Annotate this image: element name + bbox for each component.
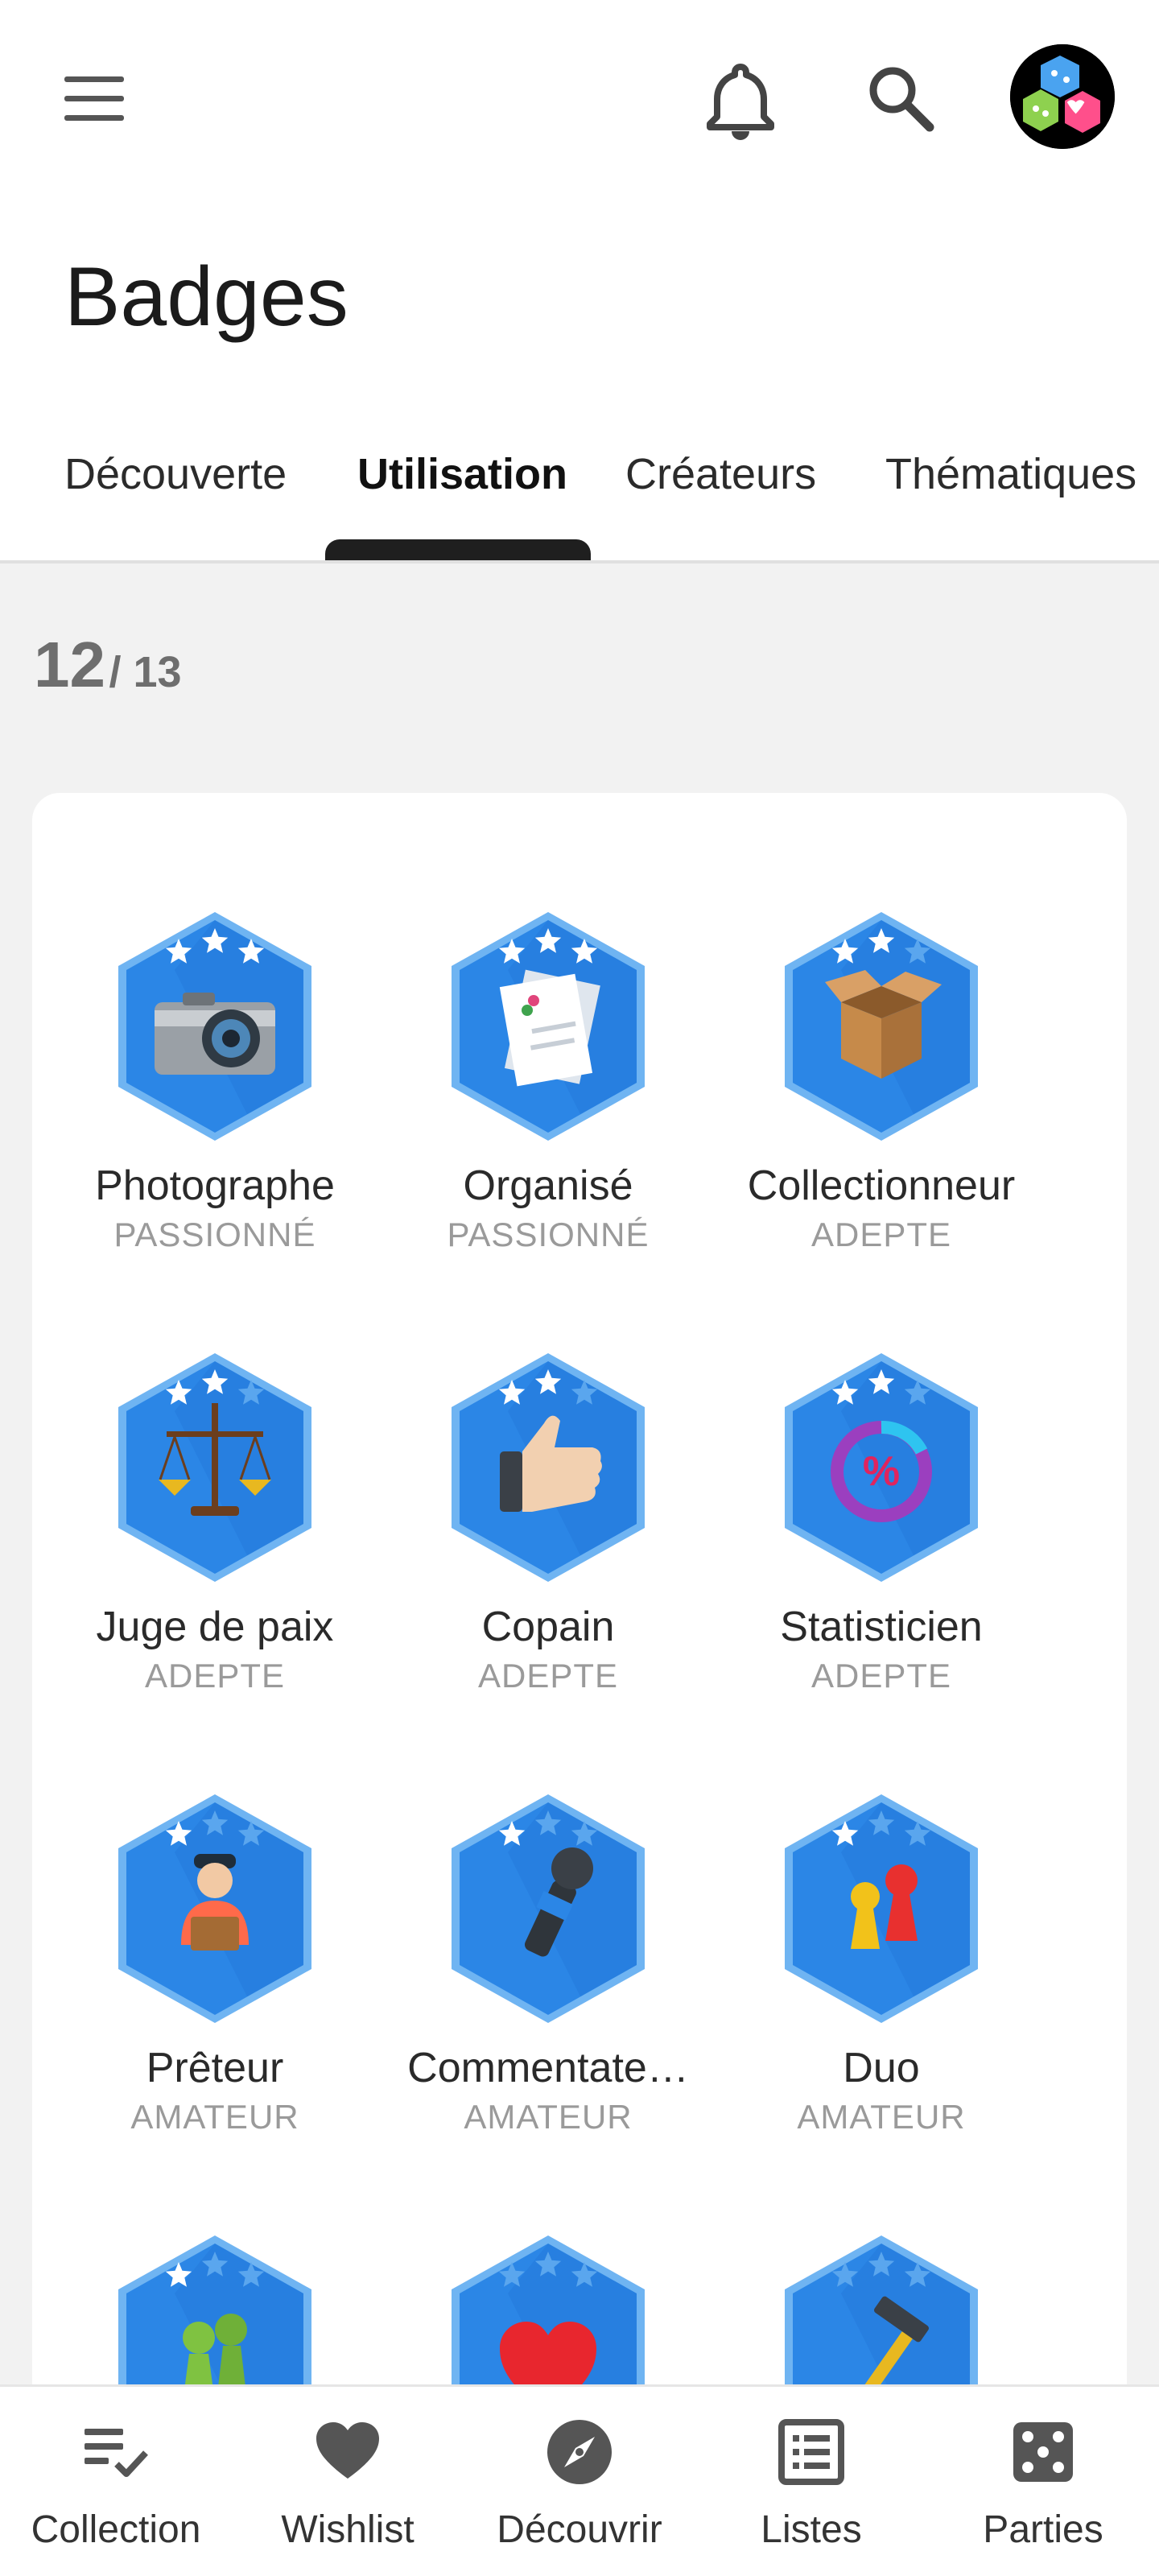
badge-item[interactable]: [715, 2229, 1048, 2387]
badge-level: AMATEUR: [130, 2098, 299, 2136]
nav-parties[interactable]: Parties: [927, 2387, 1159, 2576]
badge-item[interactable]: Organisé PASSIONNÉ: [382, 906, 715, 1308]
badge-grid: Photographe PASSIONNÉ Organisé PASSIONNÉ Col…: [32, 793, 1127, 2387]
badge-name: Juge de paix: [96, 1604, 334, 1650]
badge-hexagon: [443, 906, 653, 1147]
nav-label: Wishlist: [281, 2508, 415, 2551]
nav-label: Découvrir: [497, 2508, 662, 2551]
bell-icon[interactable]: [704, 60, 777, 141]
badge-name: Statisticien: [780, 1604, 983, 1650]
badge-hexagon: [443, 1788, 653, 2029]
dice-icon: [1008, 2417, 1078, 2487]
badge-name: Organisé: [463, 1162, 633, 1209]
badge-item[interactable]: Juge de paix ADEPTE: [48, 1347, 382, 1749]
documents-icon: [499, 969, 600, 1087]
hamburger-menu-icon[interactable]: [64, 76, 129, 125]
app-header: Badges Découverte Utilisation Créateurs …: [0, 0, 1159, 564]
nav-decouvrir[interactable]: Découvrir: [464, 2387, 695, 2576]
total-count: / 13: [109, 648, 182, 696]
badge-hexagon: [777, 1788, 986, 2029]
badge-hexagon: [110, 1788, 320, 2029]
nav-label: Listes: [761, 2508, 862, 2551]
badge-name: Photographe: [95, 1162, 335, 1209]
badge-hexagon: [777, 2229, 986, 2387]
badge-hexagon: %: [777, 1347, 986, 1588]
badge-hexagon: [110, 906, 320, 1147]
bottom-navigation: Collection Wishlist Découvrir Listes Par…: [0, 2384, 1159, 2576]
badge-item[interactable]: % Statisticien ADEPTE: [715, 1347, 1048, 1749]
badge-item[interactable]: Duo AMATEUR: [715, 1788, 1048, 2190]
search-icon[interactable]: [865, 63, 938, 135]
badge-item[interactable]: Photographe PASSIONNÉ: [48, 906, 382, 1308]
badges-card: Photographe PASSIONNÉ Organisé PASSIONNÉ Col…: [32, 793, 1127, 2576]
badge-item[interactable]: Copain ADEPTE: [382, 1347, 715, 1749]
badge-name: Duo: [843, 2045, 920, 2091]
dice-avatar-icon[interactable]: [1010, 44, 1115, 149]
badge-name: Copain: [481, 1604, 615, 1650]
heart-icon: [313, 2417, 382, 2487]
badge-name: Prêteur: [146, 2045, 284, 2091]
badge-item[interactable]: [382, 2229, 715, 2387]
badge-item[interactable]: Commentate… AMATEUR: [382, 1788, 715, 2190]
badge-level: ADEPTE: [810, 1216, 952, 1253]
badge-hexagon: [110, 1347, 320, 1588]
collection-list-icon: [81, 2417, 151, 2487]
badge-item[interactable]: Prêteur AMATEUR: [48, 1788, 382, 2190]
badge-hexagon: [110, 2229, 320, 2387]
divider: [0, 560, 1159, 564]
badge-level: AMATEUR: [797, 2098, 966, 2136]
badge-hexagon: [443, 1347, 653, 1588]
tab-bar: Découverte Utilisation Créateurs Thémati…: [0, 435, 1159, 564]
list-icon: [777, 2417, 846, 2487]
badge-hexagon: [777, 906, 986, 1147]
badge-item[interactable]: Collectionneur ADEPTE: [715, 906, 1048, 1308]
badge-item[interactable]: [48, 2229, 382, 2387]
nav-label: Parties: [983, 2508, 1103, 2551]
tab-createurs[interactable]: Créateurs: [625, 449, 816, 499]
badge-hexagon: [443, 2229, 653, 2387]
earned-count: 12: [34, 629, 105, 700]
camera-icon: [155, 993, 275, 1075]
badge-name: Collectionneur: [747, 1162, 1016, 1209]
nav-listes[interactable]: Listes: [695, 2387, 927, 2576]
tab-thematiques[interactable]: Thématiques: [885, 449, 1136, 499]
badge-level: ADEPTE: [810, 1657, 952, 1695]
badge-level: ADEPTE: [144, 1657, 286, 1695]
compass-icon: [545, 2417, 614, 2487]
page-title: Badges: [64, 250, 349, 344]
badge-level: PASSIONNÉ: [447, 1216, 650, 1253]
svg-text:%: %: [863, 1448, 900, 1495]
badge-level: ADEPTE: [477, 1657, 619, 1695]
badge-name: Commentate…: [407, 2045, 689, 2091]
nav-wishlist[interactable]: Wishlist: [232, 2387, 464, 2576]
tab-decouverte[interactable]: Découverte: [64, 449, 287, 499]
badge-counter: 12 / 13: [34, 628, 182, 702]
nav-label: Collection: [31, 2508, 201, 2551]
badge-level: AMATEUR: [464, 2098, 633, 2136]
badge-level: PASSIONNÉ: [113, 1216, 316, 1253]
tab-utilisation[interactable]: Utilisation: [357, 449, 567, 499]
nav-collection[interactable]: Collection: [0, 2387, 232, 2576]
